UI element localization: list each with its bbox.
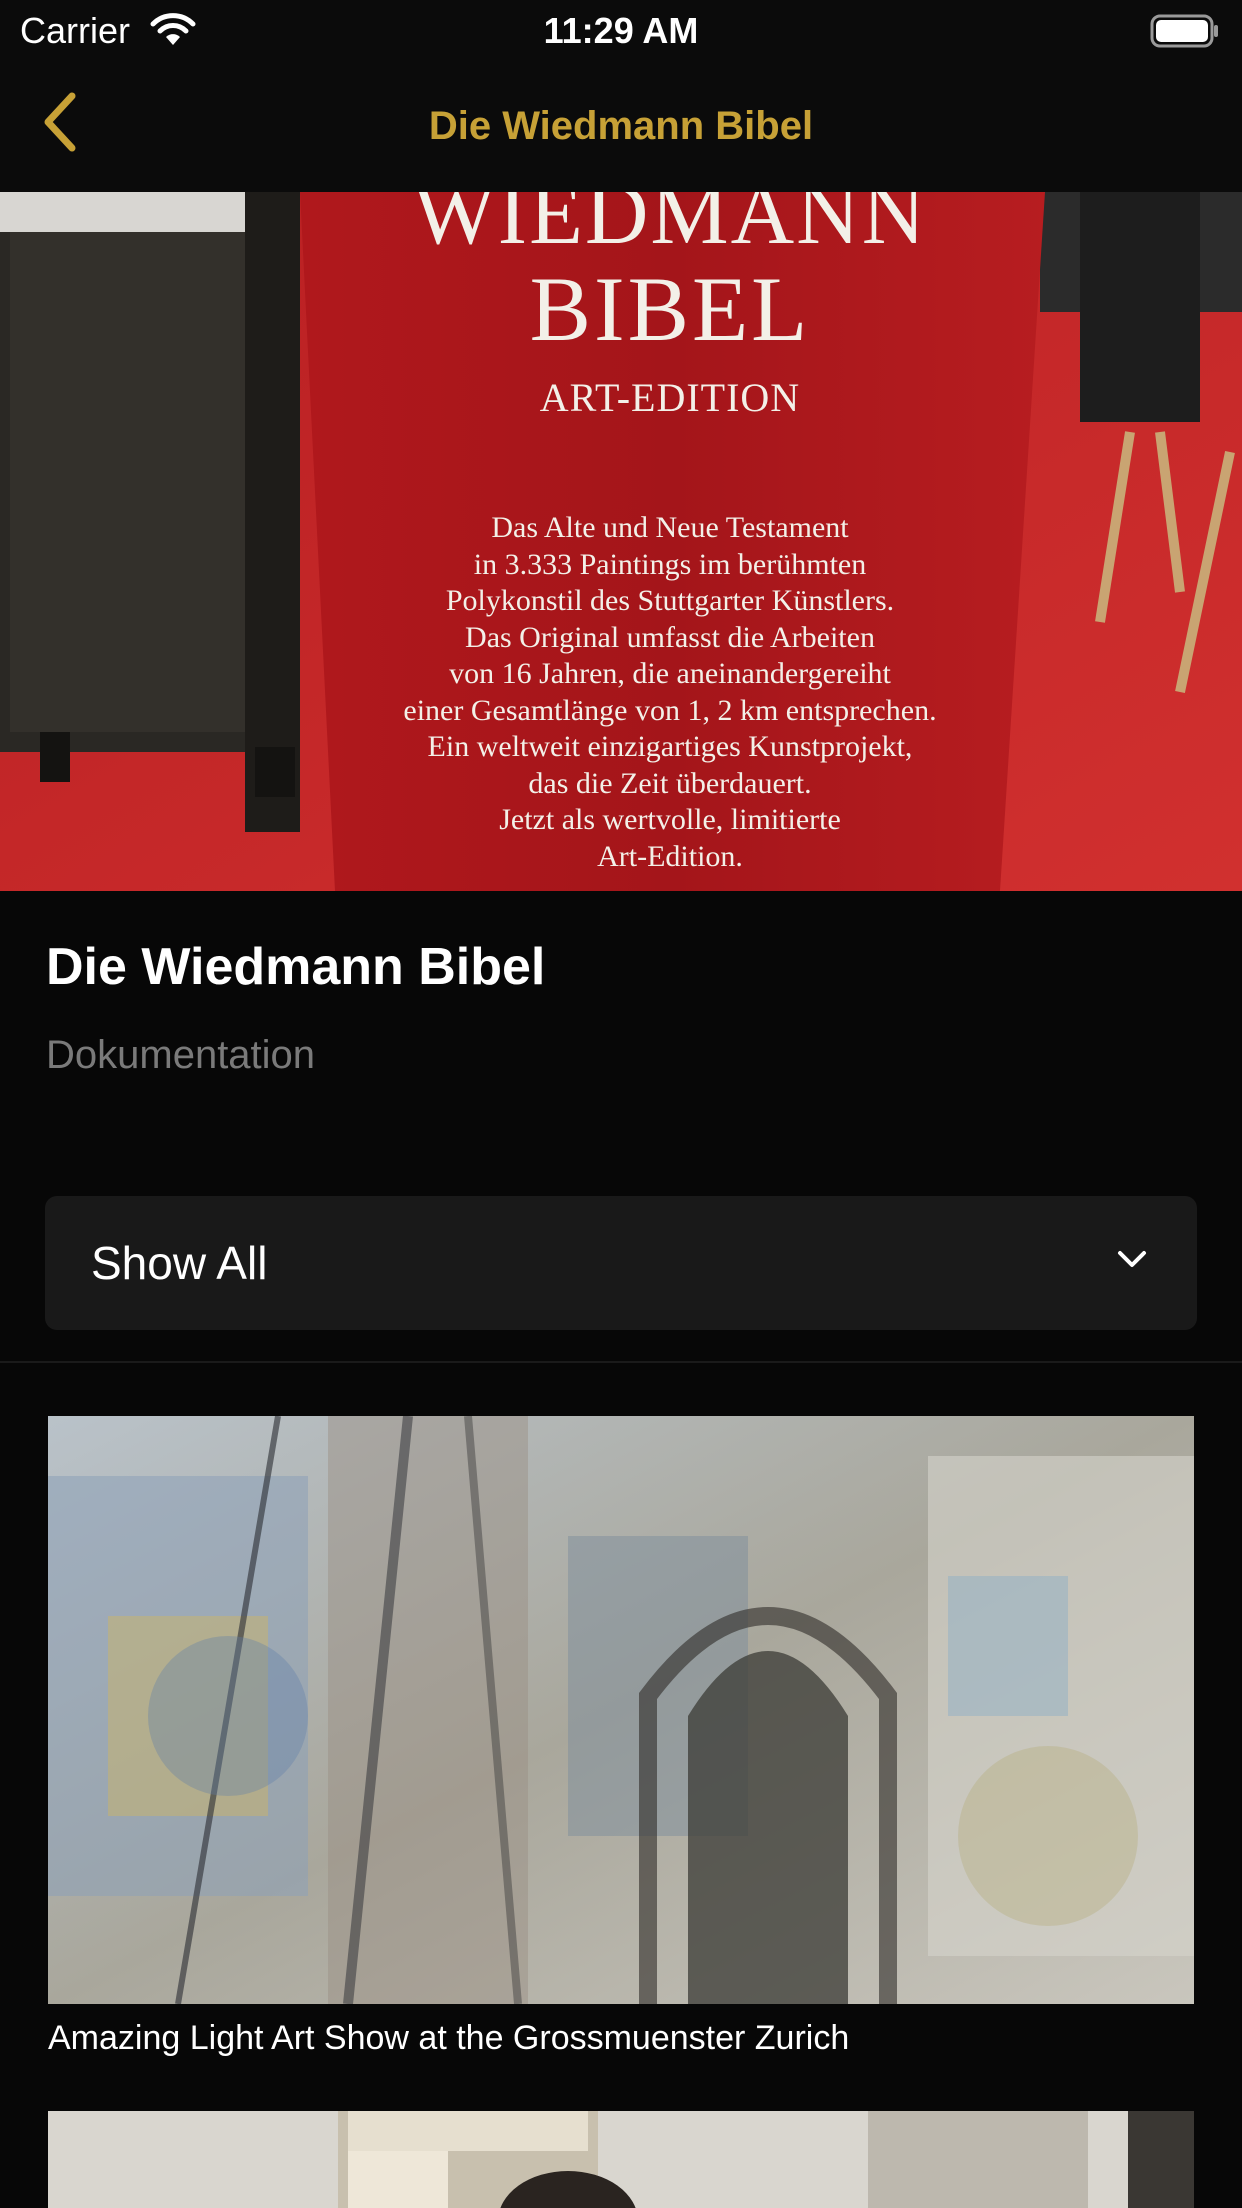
season-filter-dropdown[interactable]: Show All bbox=[45, 1196, 1197, 1330]
video-thumbnail bbox=[48, 1416, 1194, 2004]
show-details: Die Wiedmann Bibel Dokumentation Show Al… bbox=[0, 891, 1242, 1361]
status-bar: Carrier 11:29 AM bbox=[0, 0, 1242, 62]
banner-title-line2: BIBEL bbox=[529, 258, 811, 360]
show-title: Die Wiedmann Bibel bbox=[46, 938, 546, 996]
filter-selected-value: Show All bbox=[91, 1237, 268, 1289]
video-thumbnail bbox=[48, 2111, 1194, 2208]
section-divider bbox=[0, 1361, 1242, 1363]
battery-icon bbox=[1150, 14, 1220, 53]
video-title: Amazing Light Art Show at the Grossmuens… bbox=[48, 2019, 850, 2057]
chevron-down-icon bbox=[1117, 1248, 1147, 1275]
hero-image: WIEDMANN BIBEL ART-EDITION Das Alte und … bbox=[0, 192, 1242, 891]
clock: 11:29 AM bbox=[543, 10, 699, 51]
navigation-bar: Die Wiedmann Bibel bbox=[0, 62, 1242, 192]
nav-title: Die Wiedmann Bibel bbox=[428, 104, 814, 148]
banner-description: Das Alte und Neue Testament in 3.333 Pai… bbox=[403, 511, 937, 873]
banner-subtitle: ART-EDITION bbox=[539, 375, 801, 420]
show-category: Dokumentation bbox=[46, 1033, 316, 1077]
banner-title-line1: WIEDMANN bbox=[412, 192, 928, 263]
